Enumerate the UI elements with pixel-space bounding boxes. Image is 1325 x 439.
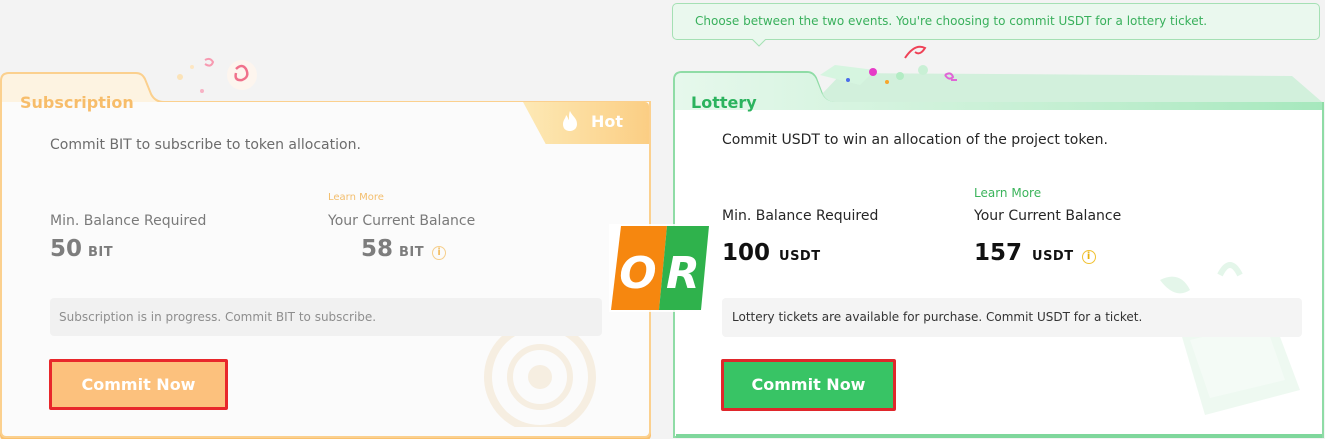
subscription-current-balance-label: Your Current Balance xyxy=(328,213,476,229)
or-badge: O R xyxy=(609,224,711,312)
subscription-min-balance-value: 50 xyxy=(50,236,83,262)
info-icon[interactable]: i xyxy=(1081,250,1096,264)
lottery-min-balance-label: Min. Balance Required xyxy=(722,208,879,224)
lottery-min-balance: 100 USDT xyxy=(722,240,821,266)
lottery-status-notice: Lottery tickets are available for purcha… xyxy=(722,298,1302,337)
subscription-min-balance: 50 BIT xyxy=(50,236,113,262)
lottery-min-balance-value: 100 xyxy=(722,240,771,266)
subscription-current-balance: 58 BIT i xyxy=(361,236,447,262)
hot-badge-label: Hot xyxy=(591,112,624,131)
or-badge-letter-o: O xyxy=(619,248,656,299)
info-icon[interactable]: i xyxy=(432,246,447,260)
subscription-description: Commit BIT to subscribe to token allocat… xyxy=(50,137,361,153)
confetti-green-icon xyxy=(820,45,957,85)
subscription-current-balance-value: 58 xyxy=(361,236,394,262)
lottery-learn-more-link[interactable]: Learn More xyxy=(974,186,1041,200)
lottery-title: Lottery xyxy=(691,93,757,112)
flame-icon xyxy=(563,111,577,131)
subscription-min-balance-unit: BIT xyxy=(88,245,114,260)
tooltip-arrow-icon xyxy=(752,39,766,47)
subscription-learn-more-link[interactable]: Learn More xyxy=(328,192,384,203)
or-badge-letter-r: R xyxy=(666,248,700,299)
confetti-orange-icon xyxy=(177,57,257,93)
choice-tooltip: Choose between the two events. You're ch… xyxy=(672,3,1320,40)
subscription-status-notice: Subscription is in progress. Commit BIT … xyxy=(50,298,602,336)
lottery-current-balance-value: 157 xyxy=(974,240,1023,266)
lottery-current-balance-label: Your Current Balance xyxy=(974,208,1122,224)
subscription-title: Subscription xyxy=(20,93,134,112)
lottery-current-balance-unit: USDT xyxy=(1032,249,1074,264)
subscription-min-balance-label: Min. Balance Required xyxy=(50,213,207,229)
lottery-description: Commit USDT to win an allocation of the … xyxy=(722,132,1108,148)
subscription-current-balance-unit: BIT xyxy=(399,245,425,260)
subscription-commit-button[interactable]: Commit Now xyxy=(49,359,228,410)
lottery-min-balance-unit: USDT xyxy=(779,249,821,264)
lottery-commit-button[interactable]: Commit Now xyxy=(721,359,896,411)
lottery-current-balance: 157 USDT i xyxy=(974,240,1096,266)
gift-box-icon xyxy=(1160,262,1300,415)
